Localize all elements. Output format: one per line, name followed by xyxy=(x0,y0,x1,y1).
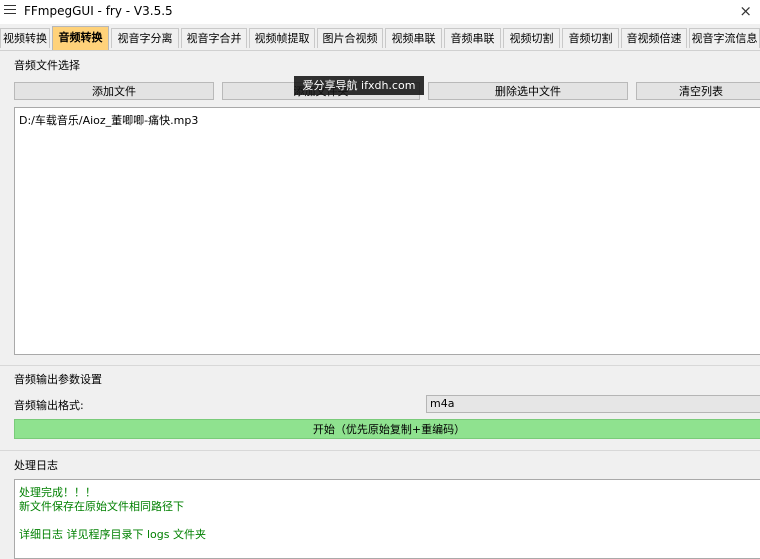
file-list[interactable]: D:/车载音乐/Aioz_董唧唧-痛快.mp3 xyxy=(14,107,760,355)
watermark-overlay: 爱分享导航 ifxdh.com xyxy=(294,76,424,95)
add-file-button[interactable]: 添加文件 xyxy=(14,82,214,100)
tab-video-concat[interactable]: 视频串联 xyxy=(385,28,442,48)
tab-video-convert[interactable]: 视频转换 xyxy=(0,28,50,48)
clear-list-button[interactable]: 清空列表 xyxy=(636,82,760,100)
tab-audio-convert[interactable]: 音频转换 xyxy=(52,26,109,50)
tab-audio-cut[interactable]: 音频切割 xyxy=(562,28,619,48)
format-label: 音频输出格式: xyxy=(14,399,84,412)
tab-audio-concat[interactable]: 音频串联 xyxy=(444,28,501,48)
tab-speed[interactable]: 音视频倍速 xyxy=(621,28,687,48)
tab-av-split[interactable]: 视音字分离 xyxy=(111,28,179,48)
list-item[interactable]: D:/车载音乐/Aioz_董唧唧-痛快.mp3 xyxy=(19,112,198,128)
tab-stream-info[interactable]: 视音字流信息 xyxy=(689,28,760,48)
tab-strip: 视频转换 音频转换 视音字分离 视音字合并 视频帧提取 图片合视频 视频串联 音… xyxy=(0,26,760,51)
file-section-label: 音频文件选择 xyxy=(14,59,80,72)
start-button[interactable]: 开始（优先原始复制+重编码） xyxy=(14,419,760,439)
tab-frame-extract[interactable]: 视频帧提取 xyxy=(249,28,315,48)
window-title: FFmpegGUI - fry - V3.5.5 xyxy=(24,4,173,18)
log-box[interactable]: 处理完成！！！ 新文件保存在原始文件相同路径下 详细日志 详见程序目录下 log… xyxy=(14,479,760,559)
log-line: 详细日志 详见程序目录下 logs 文件夹 xyxy=(19,528,206,541)
tab-images-to-video[interactable]: 图片合视频 xyxy=(317,28,383,48)
section-divider xyxy=(0,365,760,366)
output-section-label: 音频输出参数设置 xyxy=(14,373,102,386)
menu-icon[interactable] xyxy=(4,5,16,17)
delete-selected-button[interactable]: 删除选中文件 xyxy=(428,82,628,100)
tab-video-cut[interactable]: 视频切割 xyxy=(503,28,560,48)
tab-av-merge[interactable]: 视音字合并 xyxy=(181,28,247,48)
title-bar: FFmpegGUI - fry - V3.5.5 × xyxy=(0,0,760,24)
close-icon[interactable]: × xyxy=(739,2,752,20)
log-line: 新文件保存在原始文件相同路径下 xyxy=(19,500,184,513)
log-section-label: 处理日志 xyxy=(14,459,58,472)
format-select[interactable]: m4a xyxy=(426,395,760,413)
section-divider xyxy=(0,450,760,451)
